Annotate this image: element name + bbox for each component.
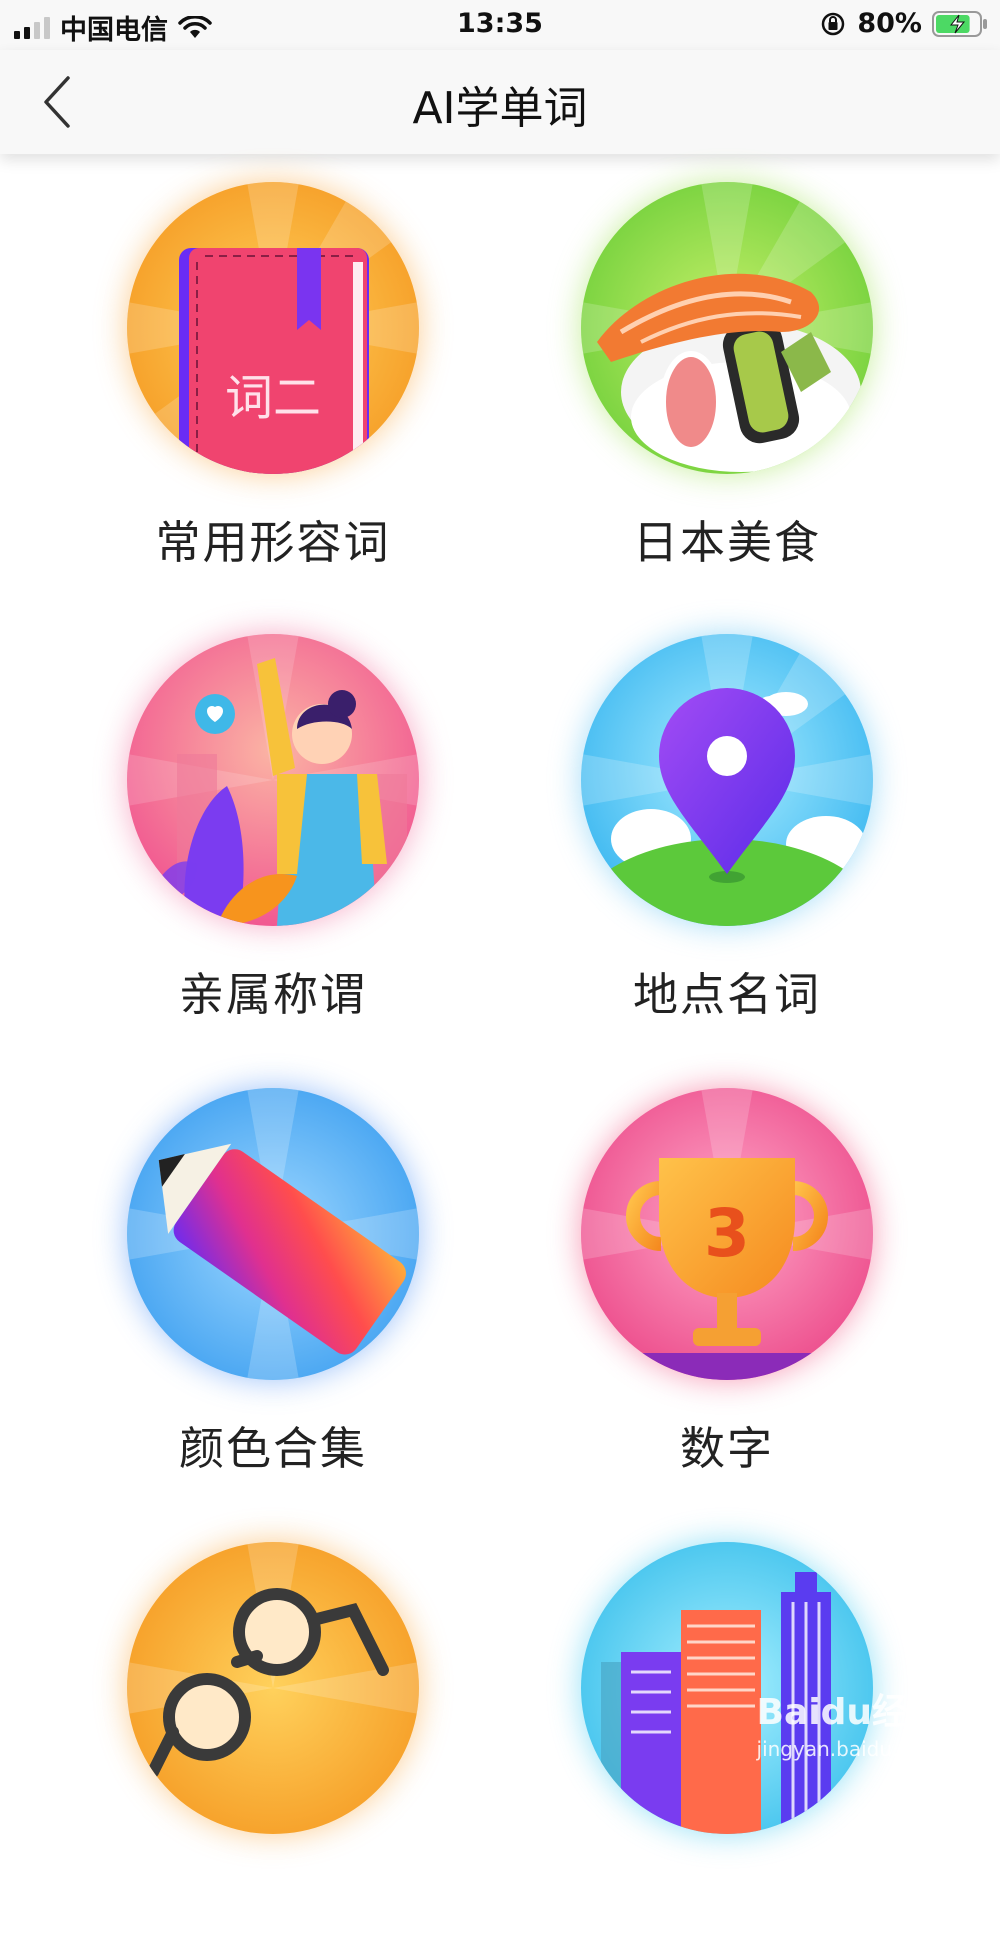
- book-icon: 词二: [127, 182, 419, 474]
- glasses-icon: [127, 1542, 419, 1834]
- category-label: 颜色合集: [178, 1422, 367, 1475]
- orientation-lock-icon: [822, 12, 845, 35]
- category-label: 亲属称谓: [178, 968, 367, 1021]
- category-label: 地点名词: [632, 968, 821, 1021]
- watermark: Baidu经验 jingyan.baidu.com: [757, 1683, 944, 1761]
- navigation-bar: AI学单词: [0, 50, 1000, 154]
- category-label: 日本美食: [632, 516, 821, 569]
- sushi-icon: [581, 182, 873, 474]
- category-label: 常用形容词: [155, 516, 391, 569]
- battery-percent: 80%: [857, 8, 922, 39]
- category-card-adjectives[interactable]: 词二 常用形容词: [102, 154, 462, 574]
- location-pin-icon: [581, 634, 873, 926]
- category-card-colors[interactable]: 颜色合集: [102, 1060, 462, 1480]
- page-title: AI学单词: [412, 83, 588, 134]
- category-card-place-nouns[interactable]: 地点名词: [556, 606, 916, 1026]
- watermark-brand: Baidu经验: [756, 1692, 944, 1733]
- pencil-icon: [127, 1088, 419, 1380]
- category-card-numbers[interactable]: 3 数字: [556, 1060, 916, 1480]
- category-label: 数字: [679, 1422, 774, 1475]
- trophy-number: 3: [704, 1195, 750, 1272]
- category-card-family-titles[interactable]: 亲属称谓: [102, 606, 462, 1026]
- person-waving-icon: [127, 634, 419, 926]
- book-text: 词二: [225, 370, 321, 426]
- trophy-icon: 3: [581, 1088, 873, 1380]
- status-bar: 中国电信 13:35 80%: [0, 0, 1000, 50]
- category-card-japanese-food[interactable]: 日本美食: [556, 154, 916, 574]
- category-card-glasses[interactable]: [102, 1514, 462, 1934]
- battery-icon: [932, 10, 987, 37]
- watermark-domain: jingyan.baidu.com: [756, 1737, 942, 1761]
